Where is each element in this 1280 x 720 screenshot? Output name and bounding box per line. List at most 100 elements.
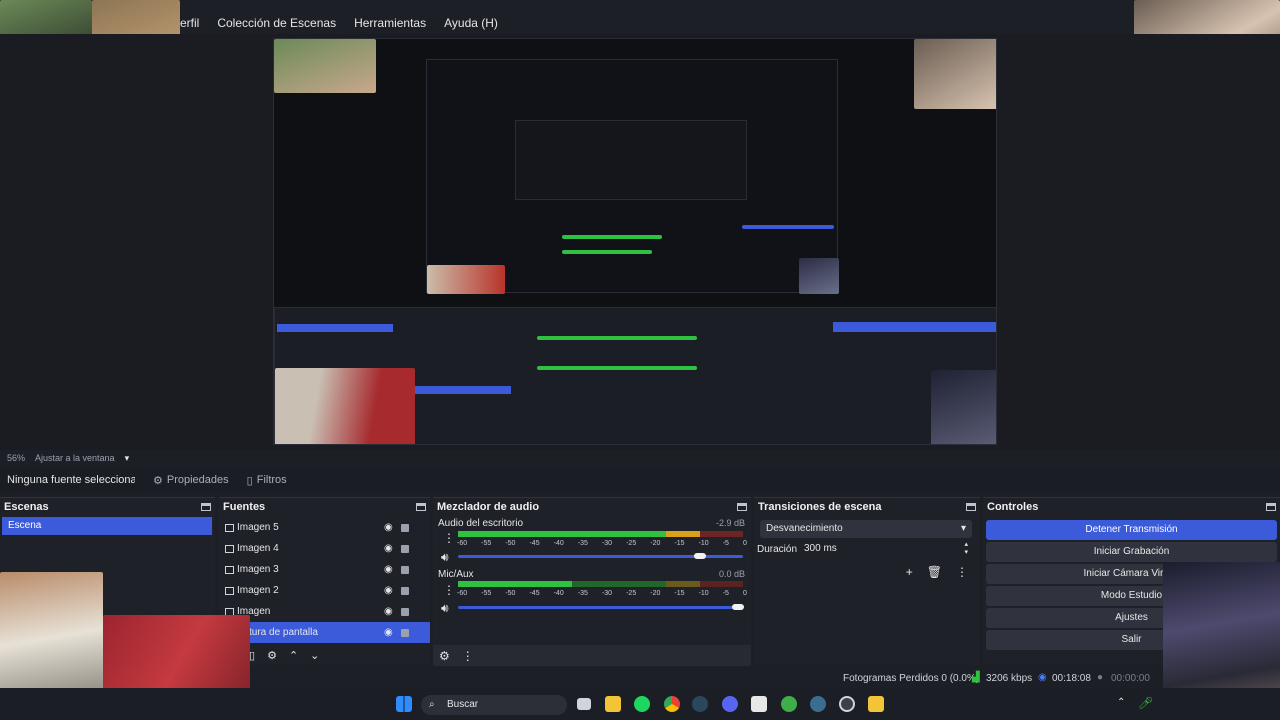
menu-dots-icon[interactable]: ⋮: [462, 649, 474, 663]
float-dock-icon[interactable]: [201, 502, 211, 511]
zoom-fit-dropdown[interactable]: Ajustar a la ventana: [35, 453, 115, 463]
source-row[interactable]: Imagen 5 ◉: [219, 517, 430, 538]
nested-photo-pets-2: [275, 368, 415, 444]
nested-preview: [426, 59, 839, 294]
mixer-footer: ⚙ ⋮: [433, 645, 751, 666]
transition-select[interactable]: Desvanecimiento ▾: [760, 520, 972, 538]
properties-button[interactable]: ⚙ Propiedades: [153, 474, 229, 487]
trash-icon[interactable]: 🗑︎: [927, 565, 942, 579]
bitrate: 3206 kbps: [986, 673, 1033, 684]
scale-tick: -35: [577, 590, 588, 597]
source-label: Imagen 5: [237, 522, 279, 533]
lock-icon[interactable]: [401, 566, 409, 574]
preview-canvas[interactable]: [273, 38, 997, 445]
preview-photo-2: [914, 39, 996, 109]
stop-streaming-button[interactable]: Detener Transmisión: [986, 520, 1277, 540]
task-view-icon[interactable]: [577, 698, 591, 710]
nested-control-primary: [833, 322, 996, 332]
taskbar-search[interactable]: ⌕ Buscar: [421, 695, 567, 715]
eye-icon[interactable]: ◉: [384, 627, 393, 638]
volume-knob[interactable]: [694, 553, 706, 559]
scale-tick: -15: [674, 590, 685, 597]
nested-meter-1: [562, 235, 662, 239]
sources-list: Imagen 5 ◉ Imagen 4 ◉ Imagen 3 ◉ Imagen 2 ◉ …: [219, 515, 430, 665]
scale-tick: -45: [529, 590, 540, 597]
preview-photo-1: [274, 39, 376, 93]
lock-icon[interactable]: [401, 608, 409, 616]
microphone-icon[interactable]: 🎤︎: [1138, 696, 1153, 710]
add-icon[interactable]: +: [906, 565, 913, 579]
steam-icon[interactable]: [692, 696, 708, 712]
eye-icon[interactable]: ◉: [384, 522, 393, 533]
preview-zoom-bar: 56% Ajustar a la ventana ▾: [0, 450, 1280, 466]
duration-input[interactable]: 300 ms ▴ ▾: [798, 540, 972, 558]
file-explorer-icon[interactable]: [605, 696, 621, 712]
app-icon[interactable]: [868, 696, 884, 712]
menu-dots-icon[interactable]: ⋮: [443, 583, 455, 597]
volume-knob[interactable]: [732, 604, 744, 610]
scale-tick: -30: [601, 590, 613, 597]
windows-start-icon[interactable]: [396, 696, 412, 712]
float-dock-icon[interactable]: [1266, 502, 1276, 511]
source-row[interactable]: Imagen 2 ◉: [219, 580, 430, 601]
source-label: Imagen 4: [237, 543, 279, 554]
scale-tick: -30: [601, 540, 613, 547]
filters-button[interactable]: ▯ Filtros: [247, 474, 287, 487]
volume-slider[interactable]: [458, 606, 743, 609]
float-dock-icon[interactable]: [966, 502, 976, 511]
source-row-selected[interactable]: tura de pantalla ◉: [219, 622, 430, 643]
sources-title: Fuentes: [223, 500, 266, 513]
float-dock-icon[interactable]: [737, 502, 747, 511]
lock-icon[interactable]: [401, 545, 409, 553]
menu-tools[interactable]: Herramientas: [352, 16, 428, 30]
gear-icon[interactable]: ⚙: [439, 649, 450, 663]
source-row[interactable]: Imagen 4 ◉: [219, 538, 430, 559]
scale-tick: -60: [457, 590, 468, 597]
spotify-icon[interactable]: [634, 696, 650, 712]
menu-help[interactable]: Ayuda (H): [442, 16, 500, 30]
xbox-icon[interactable]: [781, 696, 797, 712]
filter-icon: ▯: [246, 474, 253, 487]
discord-icon[interactable]: [722, 696, 738, 712]
scale-tick: -35: [577, 540, 588, 547]
scale-tick: -50: [505, 590, 516, 597]
menu-dots-icon[interactable]: ⋮: [443, 531, 455, 545]
eye-icon[interactable]: ◉: [384, 543, 393, 554]
chevron-down-icon[interactable]: ⌄: [310, 649, 319, 662]
obs-icon[interactable]: [839, 696, 855, 712]
scale-tick: -20: [650, 540, 661, 547]
gear-icon[interactable]: ⚙: [267, 649, 277, 662]
steam-icon-2[interactable]: [810, 696, 826, 712]
nested-scene-selected: [277, 324, 393, 332]
lock-icon[interactable]: [401, 629, 409, 637]
eye-icon[interactable]: ◉: [384, 606, 393, 617]
chevron-up-icon[interactable]: ⌃: [289, 649, 298, 662]
record-icon: ●: [1097, 672, 1104, 683]
menu-profile[interactable]: erfil: [178, 16, 201, 30]
source-label: tura de pantalla: [249, 627, 318, 638]
menu-scene-collection[interactable]: Colección de Escenas: [215, 16, 338, 30]
spinner-icon[interactable]: ▴ ▾: [964, 541, 968, 557]
eye-icon[interactable]: ◉: [384, 585, 393, 596]
chevron-up-icon[interactable]: ⌃: [1117, 697, 1125, 708]
image-icon: [225, 586, 234, 595]
record-time: 00:00:00: [1111, 673, 1150, 684]
chevron-down-icon[interactable]: ▾: [125, 453, 130, 464]
speaker-icon[interactable]: 🔊︎: [441, 550, 449, 565]
transition-value: Desvanecimiento: [766, 523, 843, 534]
chrome-icon[interactable]: [664, 696, 680, 712]
float-dock-icon[interactable]: [416, 502, 426, 511]
source-row[interactable]: Imagen 3 ◉: [219, 559, 430, 580]
speaker-icon[interactable]: 🔊︎: [441, 601, 449, 616]
lock-icon[interactable]: [401, 524, 409, 532]
lock-icon[interactable]: [401, 587, 409, 595]
scene-item[interactable]: Escena: [2, 517, 212, 535]
start-recording-button[interactable]: Iniciar Grabación: [986, 542, 1277, 562]
eye-icon[interactable]: ◉: [384, 564, 393, 575]
meter-scale: -60 -55 -50 -45 -40 -35 -30 -25 -20 -15 -10 -5 0: [457, 590, 747, 597]
menu-dots-icon[interactable]: ⋮: [956, 565, 968, 579]
source-row[interactable]: Imagen ◉: [219, 601, 430, 622]
preview-area: [0, 34, 1280, 450]
store-icon[interactable]: [751, 696, 767, 712]
channel-db: 0.0 dB: [718, 569, 745, 579]
